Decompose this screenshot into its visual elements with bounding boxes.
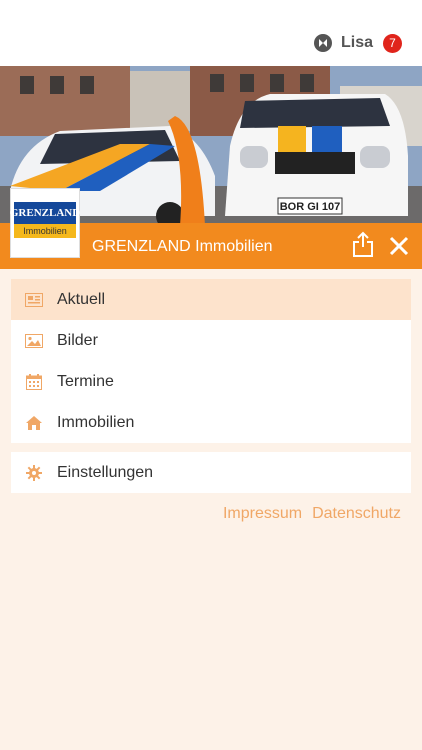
menu-label-bilder: Bilder <box>57 331 98 349</box>
menu-item-bilder[interactable]: Bilder <box>11 320 411 361</box>
menu-item-termine[interactable]: Termine <box>11 361 411 402</box>
company-logo: GRENZLAND Immobilien <box>10 188 80 258</box>
top-bar: Lisa 7 <box>0 0 422 66</box>
app-title: GRENZLAND Immobilien <box>92 238 273 255</box>
home-icon <box>25 415 43 431</box>
notification-badge: 7 <box>383 33 402 53</box>
license-plate: BOR GI 107 <box>280 201 341 213</box>
news-icon <box>25 292 43 308</box>
gear-icon <box>25 464 43 481</box>
logo-subtitle: Immobilien <box>14 224 76 238</box>
menu-label-termine: Termine <box>57 372 114 390</box>
menu-item-aktuell[interactable]: Aktuell <box>11 279 411 320</box>
menu-item-einstellungen[interactable]: Einstellungen <box>11 452 411 493</box>
user-name: Lisa <box>340 34 373 51</box>
user-menu[interactable]: Lisa 7 <box>313 33 402 53</box>
settings-menu: Einstellungen <box>11 452 411 493</box>
share-icon[interactable] <box>352 231 374 257</box>
menu-label-einstellungen: Einstellungen <box>57 463 154 481</box>
close-icon[interactable] <box>389 236 409 256</box>
image-icon <box>25 333 43 349</box>
main-menu: Aktuell Bilder Termine Immobilien <box>11 279 411 443</box>
menu-item-immobilien[interactable]: Immobilien <box>11 402 411 443</box>
menu-label-aktuell: Aktuell <box>57 290 106 308</box>
impressum-link[interactable]: Impressum <box>223 505 302 523</box>
user-logo-icon <box>313 34 332 52</box>
calendar-icon <box>25 373 43 390</box>
logo-wordmark: GRENZLAND <box>10 202 80 224</box>
datenschutz-link[interactable]: Datenschutz <box>312 505 401 523</box>
footer-links: Impressum Datenschutz <box>223 505 401 523</box>
menu-label-immobilien: Immobilien <box>57 413 135 431</box>
